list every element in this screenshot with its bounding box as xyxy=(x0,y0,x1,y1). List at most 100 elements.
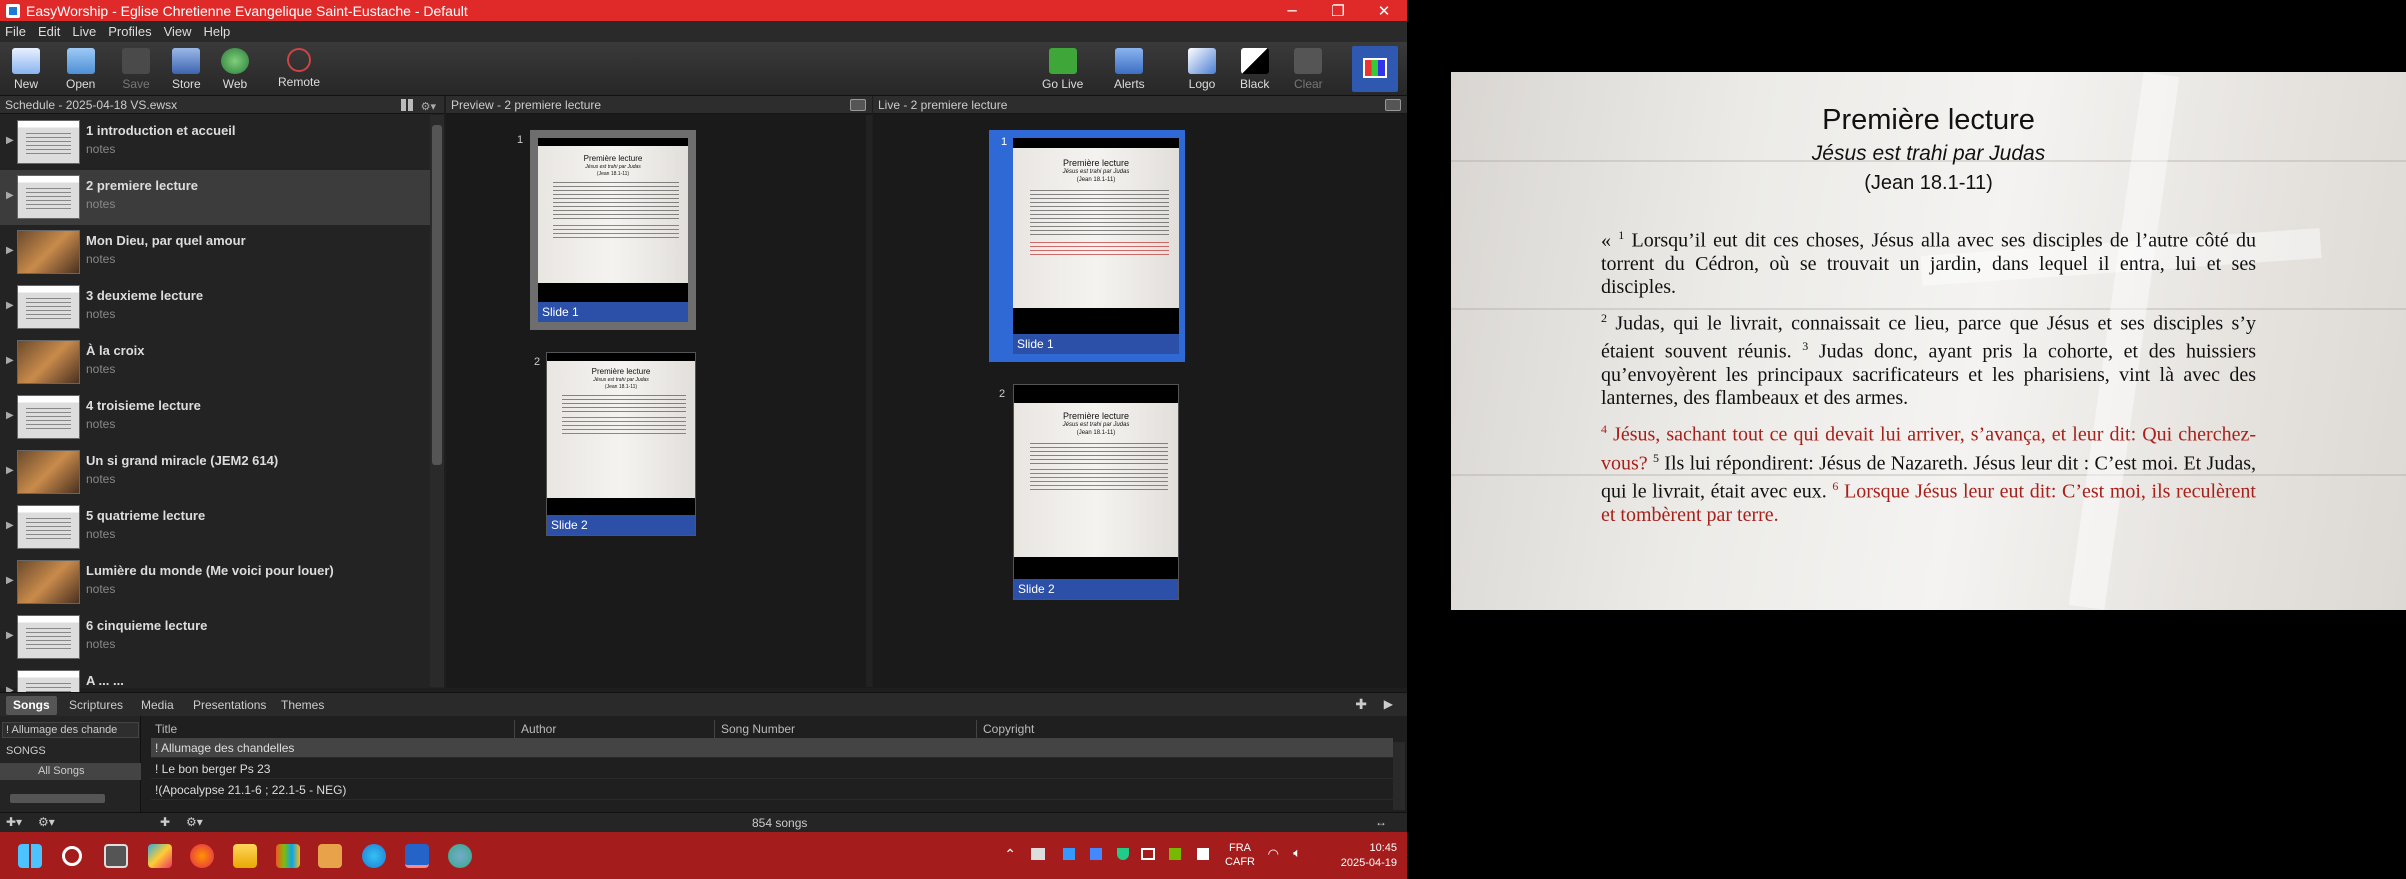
schedule-item[interactable]: ▶ Lumière du monde (Me voici pour louer) n… xyxy=(0,555,430,610)
table-row[interactable]: ! Le bon berger Ps 23 xyxy=(151,759,1393,779)
song-settings-icon[interactable]: ⚙▾ xyxy=(186,815,203,829)
logo-button[interactable]: Logo xyxy=(1188,48,1216,91)
tab-media[interactable]: Media xyxy=(134,696,181,715)
menu-file[interactable]: File xyxy=(0,24,33,39)
expand-arrow-icon[interactable]: ▶ xyxy=(6,630,14,641)
clock[interactable]: 10:45 2025-04-19 xyxy=(1323,841,1397,871)
live-slide-1[interactable]: 1 Première lecture Jésus est trahi par J… xyxy=(989,130,1185,362)
input-language[interactable]: FRA CAFR xyxy=(1225,841,1255,869)
live-slide-2[interactable]: 2 Première lecture Jésus est trahi par J… xyxy=(999,384,1179,600)
menu-live[interactable]: Live xyxy=(67,24,103,39)
bluetooth-icon[interactable] xyxy=(1090,848,1102,860)
expand-arrow-icon[interactable]: ▶ xyxy=(6,575,14,586)
store-button[interactable]: Store xyxy=(172,48,201,91)
edge-icon[interactable] xyxy=(362,844,386,868)
close-icon[interactable]: ✕ xyxy=(1361,2,1407,20)
schedule-view-icon[interactable] xyxy=(401,99,414,111)
add-song-icon[interactable]: ✚▾ xyxy=(6,815,22,829)
menu-edit[interactable]: Edit xyxy=(33,24,67,39)
alerts-button[interactable]: Alerts xyxy=(1114,48,1145,91)
copilot-icon[interactable] xyxy=(148,844,172,868)
shield-icon[interactable] xyxy=(1117,848,1129,860)
slide-title: Première lecture xyxy=(1062,158,1130,168)
media-player-icon[interactable] xyxy=(318,844,342,868)
schedule-item[interactable]: ▶ Un si grand miracle (JEM2 614) notes xyxy=(0,445,430,500)
col-author[interactable]: Author xyxy=(521,720,715,738)
tab-songs[interactable]: Songs xyxy=(6,696,57,715)
monitor-tray-icon[interactable] xyxy=(1141,848,1155,860)
schedule-item[interactable]: ▶ À la croix notes xyxy=(0,335,430,390)
preview-slide-1[interactable]: 1 Première lecture Jésus est trahi par J… xyxy=(517,130,696,330)
col-copyright[interactable]: Copyright xyxy=(983,720,1383,738)
schedule-item[interactable]: ▶ 1 introduction et accueil notes xyxy=(0,115,430,170)
schedule-item[interactable]: ▶ 4 troisieme lecture notes xyxy=(0,390,430,445)
schedule-item[interactable]: ▶ Mon Dieu, par quel amour notes xyxy=(0,225,430,280)
schedule-item[interactable]: ▶ 2 premiere lecture notes xyxy=(0,170,430,225)
expand-arrow-icon[interactable]: ▶ xyxy=(6,135,14,146)
preview-options-icon[interactable] xyxy=(850,99,866,111)
easyworship-taskbar-icon[interactable] xyxy=(405,844,429,868)
save-button[interactable]: Save xyxy=(122,48,150,91)
chevron-up-icon[interactable]: ⌃ xyxy=(1004,846,1016,863)
search-icon[interactable] xyxy=(62,846,82,866)
display-toggle-button[interactable] xyxy=(1352,46,1398,92)
expand-arrow-icon[interactable]: ▶ xyxy=(6,300,14,311)
schedule-scroll-thumb[interactable] xyxy=(432,125,442,465)
song-add-icon[interactable]: ✚ xyxy=(160,815,170,829)
dropbox-icon[interactable] xyxy=(1197,848,1209,860)
schedule-scrollbar[interactable] xyxy=(430,115,444,687)
slide-body-lines xyxy=(1030,443,1169,467)
open-button[interactable]: Open xyxy=(66,48,95,91)
tree-item-all-songs[interactable]: All Songs xyxy=(0,763,141,780)
tab-themes[interactable]: Themes xyxy=(274,696,331,715)
table-row[interactable]: ! Allumage des chandelles xyxy=(151,738,1393,758)
file-explorer-icon[interactable] xyxy=(233,844,257,868)
task-view-icon[interactable] xyxy=(104,844,128,868)
minimize-icon[interactable]: ─ xyxy=(1269,2,1315,20)
flag-icon[interactable] xyxy=(1063,848,1075,860)
song-filter-field[interactable]: ! Allumage des chande xyxy=(2,722,139,738)
add-icon[interactable]: ✚ xyxy=(1355,696,1367,713)
expand-arrow-icon[interactable]: ▶ xyxy=(6,245,14,256)
restore-icon[interactable]: ❐ xyxy=(1315,2,1361,20)
schedule-item[interactable]: ▶ 5 quatrieme lecture notes xyxy=(0,500,430,555)
tab-presentations[interactable]: Presentations xyxy=(186,696,273,715)
schedule-options-icon[interactable]: ⚙▾ xyxy=(421,98,436,116)
tab-scriptures[interactable]: Scriptures xyxy=(62,696,130,715)
menu-view[interactable]: View xyxy=(159,24,199,39)
col-song-number[interactable]: Song Number xyxy=(721,720,977,738)
firefox-icon[interactable] xyxy=(190,844,214,868)
expand-arrow-icon[interactable]: ▶ xyxy=(6,410,14,421)
wifi-icon[interactable]: ◠ xyxy=(1268,846,1279,862)
clear-button[interactable]: Clear xyxy=(1294,48,1323,91)
nvidia-icon[interactable] xyxy=(1169,848,1181,860)
network-off-icon[interactable] xyxy=(1031,848,1045,860)
menu-help[interactable]: Help xyxy=(199,24,238,39)
new-button[interactable]: New xyxy=(12,48,40,91)
table-row[interactable]: !(Apocalypse 21.1-6 ; 22.1-5 - NEG) xyxy=(151,780,1393,800)
play-icon[interactable]: ▶ xyxy=(1384,697,1393,711)
col-title[interactable]: Title xyxy=(155,720,515,738)
expand-arrow-icon[interactable]: ▶ xyxy=(6,190,14,201)
volume-icon[interactable]: 🔈︎ xyxy=(1293,845,1301,861)
settings-icon[interactable]: ⚙▾ xyxy=(38,815,55,829)
windows-start-icon[interactable] xyxy=(18,844,42,868)
go-live-button[interactable]: Go Live xyxy=(1042,48,1083,91)
schedule-item[interactable]: ▶ 3 deuxieme lecture notes xyxy=(0,280,430,335)
store-app-icon[interactable] xyxy=(276,844,300,868)
preview-slide-2[interactable]: 2 Première lecture Jésus est trahi par J… xyxy=(534,352,696,536)
songs-scrollbar[interactable] xyxy=(1393,742,1405,810)
black-button[interactable]: Black xyxy=(1240,48,1269,91)
live-options-icon[interactable] xyxy=(1385,99,1401,111)
web-button[interactable]: Web xyxy=(221,48,249,91)
tree-scrollbar[interactable] xyxy=(10,794,105,803)
layout-icon[interactable]: ↔ xyxy=(1375,815,1387,829)
schedule-item[interactable]: ▶ 6 cinquieme lecture notes xyxy=(0,610,430,665)
expand-arrow-icon[interactable]: ▶ xyxy=(6,520,14,531)
expand-arrow-icon[interactable]: ▶ xyxy=(6,355,14,366)
menu-profiles[interactable]: Profiles xyxy=(103,24,158,39)
preview-scrollbar[interactable] xyxy=(866,115,872,687)
remote-button[interactable]: Remote xyxy=(278,48,320,89)
expand-arrow-icon[interactable]: ▶ xyxy=(6,465,14,476)
globe-app-icon[interactable] xyxy=(448,844,472,868)
